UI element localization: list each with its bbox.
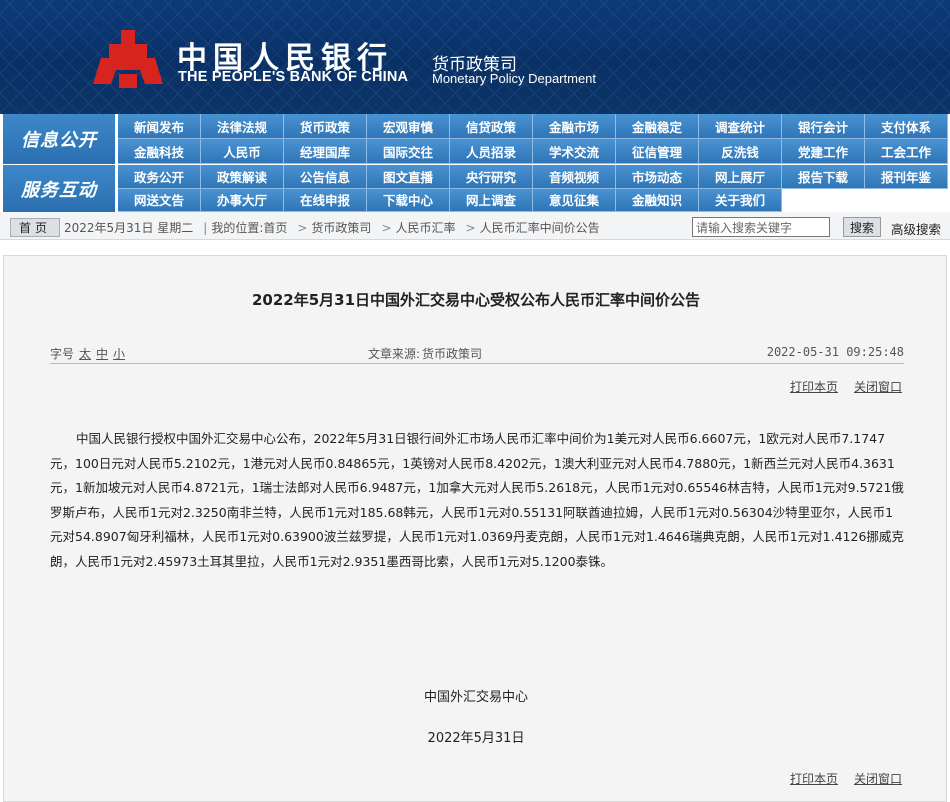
nav-item[interactable]: 信贷政策 <box>450 114 533 139</box>
chevron-right-icon: > <box>381 221 392 235</box>
nav-grid-info: 新闻发布 法律法规 货币政策 宏观审慎 信贷政策 金融市场 金融稳定 调查统计 银行会计 支付体系… <box>118 114 948 164</box>
nav-item[interactable]: 金融知识 <box>616 188 699 212</box>
font-size-label: 字号 <box>50 347 75 361</box>
breadcrumb-item-rmb-rate[interactable]: 人民币汇率 <box>396 221 456 235</box>
nav-item[interactable]: 关于我们 <box>699 188 782 212</box>
nav-item[interactable]: 人员招录 <box>450 139 533 164</box>
font-size-medium[interactable]: 中 <box>96 347 108 361</box>
source-label: 文章来源: <box>368 347 421 361</box>
breadcrumb: 2022年5月31日 星期二 | 我的位置:首页 > 货币政策司 > 人民币汇率 > 人民币汇率… <box>64 219 604 236</box>
site-header: 中国人民银行 THE PEOPLE'S BANK OF CHINA 货币政策司 … <box>0 0 950 114</box>
nav-item[interactable]: 图文直播 <box>367 165 450 189</box>
nav-row-service: 服务互动 政务公开 政策解读 公告信息 图文直播 央行研究 音频视频 市场动态 网上展厅 报告下… <box>0 165 950 212</box>
nav-item[interactable]: 调查统计 <box>699 114 782 139</box>
font-size-large[interactable]: 太 <box>79 347 91 361</box>
nav-item[interactable]: 人民币 <box>201 139 284 164</box>
article-actions-bottom: 打印本页 关闭窗口 <box>774 770 902 787</box>
nav-item[interactable]: 法律法规 <box>201 114 284 139</box>
org-name-en: THE PEOPLE'S BANK OF CHINA <box>178 69 409 85</box>
article-source: 文章来源: 货币政策司 <box>368 345 482 362</box>
article-panel: 2022年5月31日中国外汇交易中心受权公布人民币汇率中间价公告 字号太中小 文… <box>3 255 947 802</box>
search-button[interactable]: 搜索 <box>843 217 881 237</box>
nav-item[interactable]: 反洗钱 <box>699 139 782 164</box>
nav-item[interactable]: 网上展厅 <box>699 165 782 189</box>
nav-item[interactable]: 宏观审慎 <box>367 114 450 139</box>
close-window-link[interactable]: 关闭窗口 <box>854 772 902 786</box>
print-page-link[interactable]: 打印本页 <box>790 772 838 786</box>
nav-item[interactable]: 党建工作 <box>782 139 865 164</box>
chevron-right-icon: > <box>297 221 308 235</box>
nav-item[interactable]: 市场动态 <box>616 165 699 189</box>
nav-item[interactable]: 新闻发布 <box>118 114 201 139</box>
chevron-right-icon: > <box>465 221 476 235</box>
nav-item[interactable]: 金融市场 <box>533 114 616 139</box>
nav-item[interactable]: 征信管理 <box>616 139 699 164</box>
department-name-en: Monetary Policy Department <box>432 71 597 86</box>
nav-section-service: 服务互动 <box>3 165 115 212</box>
font-size-selector: 字号太中小 <box>50 345 125 362</box>
article-actions-top: 打印本页 关闭窗口 <box>774 378 902 395</box>
home-button[interactable]: 首页 <box>10 218 60 237</box>
article-meta: 字号太中小 文章来源: 货币政策司 2022-05-31 09:25:48 <box>50 340 904 364</box>
nav-item[interactable]: 下载中心 <box>367 188 450 212</box>
nav-item[interactable]: 报告下载 <box>782 165 865 189</box>
nav-item[interactable]: 报刊年鉴 <box>865 165 948 189</box>
article-title: 2022年5月31日中国外汇交易中心受权公布人民币汇率中间价公告 <box>251 291 701 309</box>
nav-item[interactable]: 公告信息 <box>284 165 367 189</box>
article-body: 中国人民银行授权中国外汇交易中心公布，2022年5月31日银行间外汇市场人民币汇… <box>50 431 904 569</box>
pboc-logo-icon[interactable] <box>93 30 163 92</box>
nav-item[interactable]: 经理国库 <box>284 139 367 164</box>
nav-item[interactable]: 央行研究 <box>450 165 533 189</box>
main-navigation: 信息公开 新闻发布 法律法规 货币政策 宏观审慎 信贷政策 金融市场 金融稳定 调查统计 银行会… <box>0 114 950 212</box>
font-size-small[interactable]: 小 <box>113 347 125 361</box>
signature-org: 中国外汇交易中心 <box>423 690 528 705</box>
nav-item[interactable]: 金融科技 <box>118 139 201 164</box>
nav-item[interactable]: 网上调查 <box>450 188 533 212</box>
nav-item[interactable]: 银行会计 <box>782 114 865 139</box>
nav-item[interactable]: 在线申报 <box>284 188 367 212</box>
nav-row-info: 信息公开 新闻发布 法律法规 货币政策 宏观审慎 信贷政策 金融市场 金融稳定 调查统计 银行会… <box>0 114 950 164</box>
nav-item[interactable]: 国际交往 <box>367 139 450 164</box>
current-date: 2022年5月31日 星期二 <box>64 221 194 235</box>
nav-item[interactable]: 政策解读 <box>201 165 284 189</box>
search-input[interactable] <box>692 217 830 237</box>
nav-item[interactable]: 意见征集 <box>533 188 616 212</box>
nav-item[interactable]: 货币政策 <box>284 114 367 139</box>
nav-item[interactable]: 工会工作 <box>865 139 948 164</box>
breadcrumb-home-link[interactable]: 我的位置:首页 <box>211 221 287 235</box>
advanced-search-link[interactable]: 高级搜索 <box>891 219 941 238</box>
nav-item[interactable]: 政务公开 <box>118 165 201 189</box>
nav-item[interactable]: 音频视频 <box>533 165 616 189</box>
nav-item[interactable]: 办事大厅 <box>201 188 284 212</box>
close-window-link[interactable]: 关闭窗口 <box>854 380 902 394</box>
nav-section-info: 信息公开 <box>3 114 115 164</box>
nav-item[interactable]: 金融稳定 <box>616 114 699 139</box>
breadcrumb-bar: 首页 2022年5月31日 星期二 | 我的位置:首页 > 货币政策司 > 人民币汇率 > 人民… <box>0 212 950 240</box>
nav-item[interactable]: 学术交流 <box>533 139 616 164</box>
print-page-link[interactable]: 打印本页 <box>790 380 838 394</box>
breadcrumb-item-current[interactable]: 人民币汇率中间价公告 <box>480 221 600 235</box>
source-value: 货币政策司 <box>422 347 483 361</box>
nav-item[interactable]: 网送文告 <box>118 188 201 212</box>
signature-date: 2022年5月31日 <box>427 731 525 746</box>
nav-item[interactable]: 支付体系 <box>865 114 948 139</box>
article-datetime: 2022-05-31 09:25:48 <box>766 345 904 359</box>
breadcrumb-item-dept[interactable]: 货币政策司 <box>311 221 371 235</box>
divider: | <box>203 221 208 235</box>
nav-grid-service: 政务公开 政策解读 公告信息 图文直播 央行研究 音频视频 市场动态 网上展厅 报告下载 报刊年鉴… <box>118 165 948 212</box>
